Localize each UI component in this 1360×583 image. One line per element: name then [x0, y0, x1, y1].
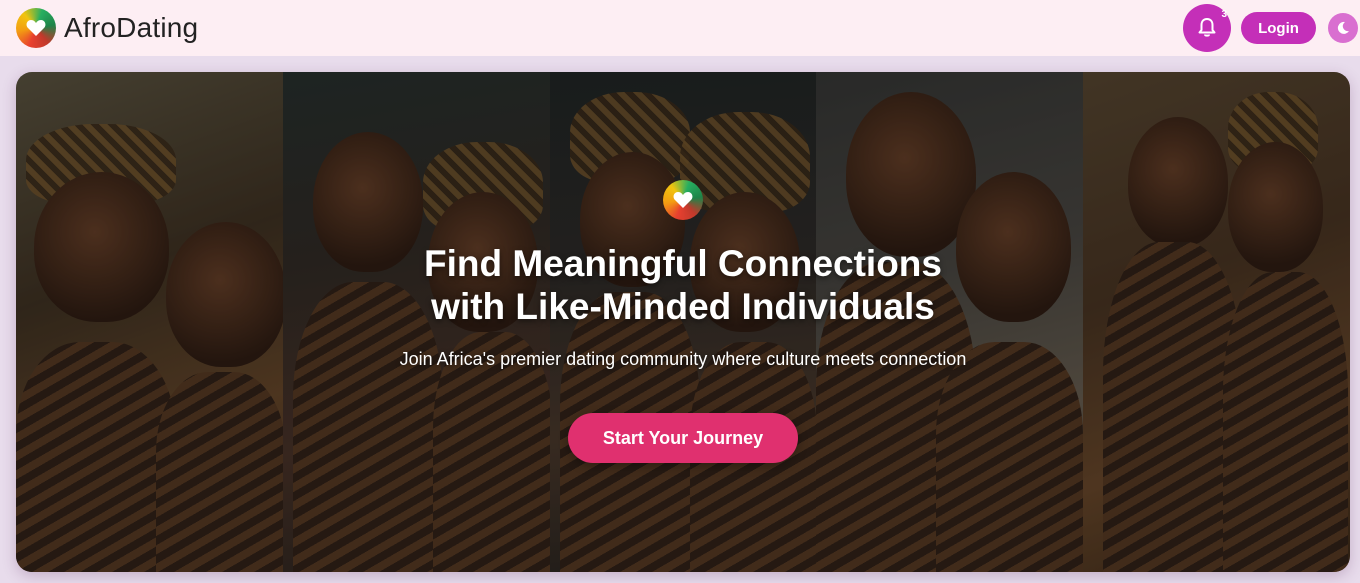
brand-name: AfroDating: [64, 12, 199, 43]
hero-banner: Find Meaningful Connections with Like-Mi…: [16, 72, 1350, 572]
login-button[interactable]: Login: [1241, 12, 1316, 44]
start-journey-button[interactable]: Start Your Journey: [568, 413, 798, 463]
heart-icon: [16, 8, 56, 48]
hero-content: Find Meaningful Connections with Like-Mi…: [16, 72, 1350, 572]
hero-subtitle: Join Africa's premier dating community w…: [399, 349, 967, 369]
navbar: AfroDating 3 Login: [0, 0, 1360, 56]
moon-icon: [1337, 21, 1349, 34]
notifications-button[interactable]: 3: [1183, 4, 1231, 52]
hero-title-line-2: with Like-Minded Individuals: [431, 286, 935, 327]
brand-link[interactable]: AfroDating: [16, 8, 198, 48]
hero-title: Find Meaningful Connections with Like-Mi…: [16, 242, 1350, 328]
bell-icon: [1198, 18, 1216, 37]
theme-toggle-button[interactable]: [1328, 13, 1358, 43]
heart-icon: [663, 180, 703, 220]
hero-title-line-1: Find Meaningful Connections: [424, 243, 942, 284]
notification-count-badge: 3: [1221, 9, 1227, 20]
